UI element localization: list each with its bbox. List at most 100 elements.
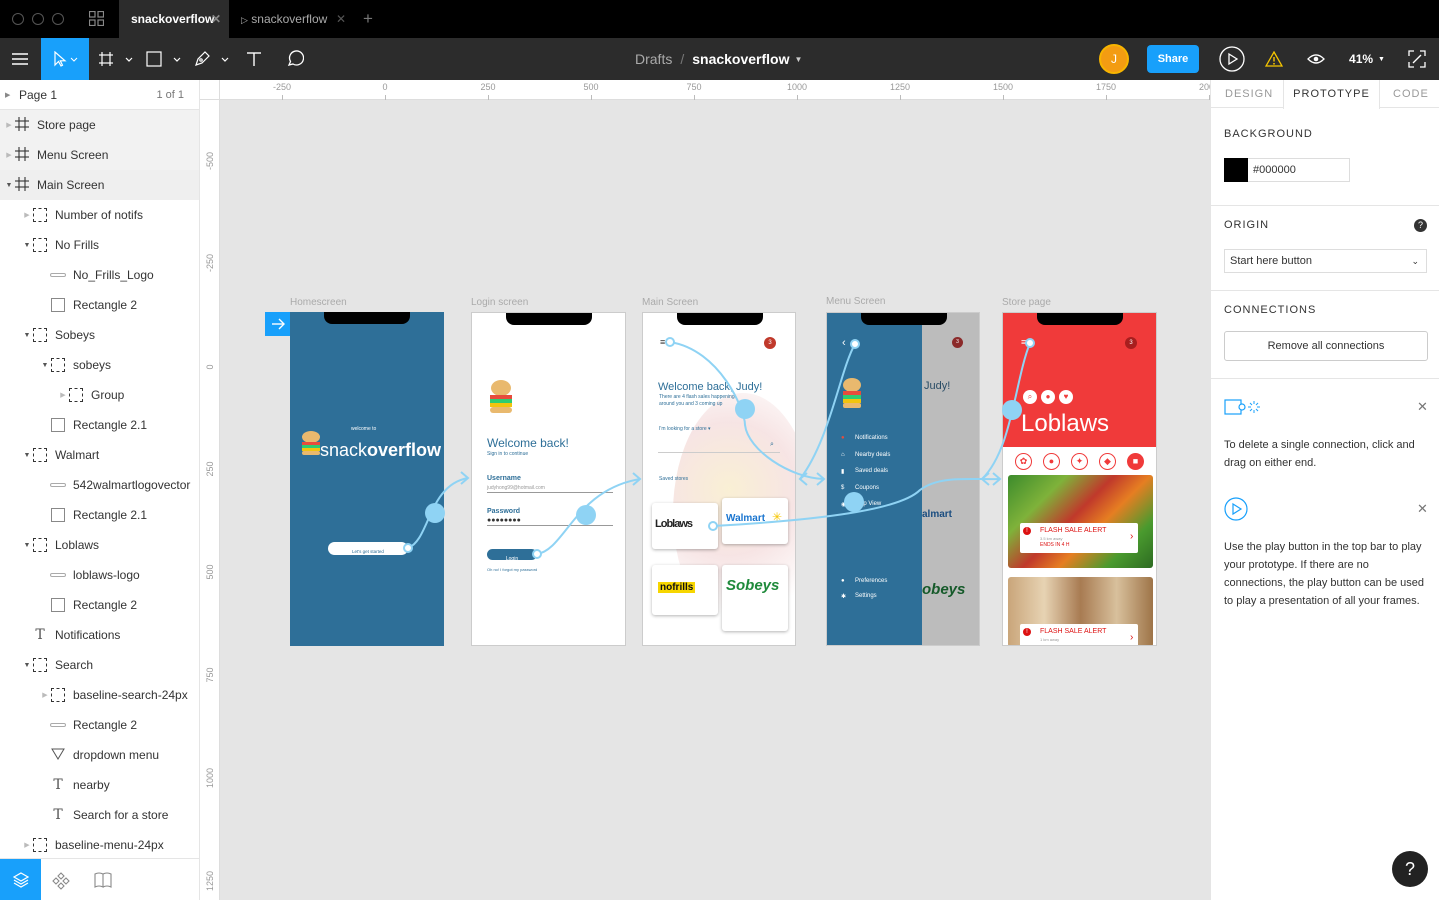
layer-row[interactable]: ▼ Main Screen [0, 170, 199, 200]
layer-row[interactable]: ▼ No Frills [0, 230, 199, 260]
layer-row[interactable]: ▼ sobeys [0, 350, 199, 380]
layer-row[interactable]: T Search for a store [0, 800, 199, 830]
password-field[interactable]: ●●●●●●●● [487, 517, 613, 526]
main-frame[interactable]: ≡ 3 Welcome back, Judy! There are 4 flas… [642, 312, 796, 646]
breadcrumb-drafts[interactable]: Drafts [635, 51, 672, 67]
grid-icon[interactable] [88, 10, 105, 27]
warning-button[interactable] [1262, 38, 1286, 80]
layer-row[interactable]: ▼ Walmart [0, 440, 199, 470]
chevron-right-icon[interactable]: › [1130, 632, 1133, 643]
caret-down-icon[interactable]: ▼ [40, 362, 50, 369]
frame-tool-button[interactable] [95, 38, 137, 80]
layer-row[interactable]: Rectangle 2 [0, 710, 199, 740]
present-button[interactable] [1217, 38, 1247, 80]
heart-icon[interactable]: ♥ [1059, 390, 1073, 404]
caret-right-icon[interactable]: ▶ [5, 91, 19, 99]
tab-snackoverflow[interactable]: snackoverflow ✕ [119, 0, 229, 38]
category-bakery-icon[interactable]: ■ [1127, 453, 1144, 470]
caret-down-icon[interactable]: ▼ [22, 332, 32, 339]
caret-down-icon[interactable]: ▼ [22, 662, 32, 669]
menu-item[interactable]: ▮ Saved deals [841, 466, 888, 476]
close-tab-icon[interactable]: ✕ [336, 0, 346, 38]
walmart-card[interactable]: Walmart ✳ [722, 498, 788, 544]
pen-tool-button[interactable] [191, 38, 233, 80]
starting-point-marker[interactable] [265, 312, 290, 336]
chevron-down-icon[interactable]: ▼ [795, 55, 803, 64]
close-window-dot[interactable] [12, 13, 24, 25]
store-search-input[interactable]: I'm looking for a store ▾ [659, 426, 711, 432]
menu-item[interactable]: $ Coupons [841, 483, 879, 493]
layer-row[interactable]: 542walmartlogovector [0, 470, 199, 500]
frame-label-main[interactable]: Main Screen [642, 297, 698, 308]
main-menu-button[interactable] [0, 38, 40, 80]
layer-row[interactable]: Rectangle 2.1 [0, 500, 199, 530]
loblaws-card[interactable]: Loblaws [652, 503, 718, 549]
chevron-right-icon[interactable]: › [1130, 531, 1133, 542]
view-settings-button[interactable] [1303, 38, 1329, 80]
menu-frame[interactable]: ‹ 3 Judy! almart obeys ● Notifications ⌂ Ne… [826, 312, 980, 646]
caret-down-icon[interactable]: ▼ [4, 182, 14, 189]
get-started-button[interactable]: Let's get started [328, 542, 408, 555]
menu-item[interactable]: ◉ Map View [841, 499, 881, 509]
hamburger-icon[interactable]: ≡ [1021, 337, 1026, 347]
layer-row[interactable]: dropdown menu [0, 740, 199, 770]
deal-card-bakery[interactable]: ! FLASH SALE ALERT 1 km away › [1008, 577, 1153, 645]
zoom-dropdown[interactable]: 41% ▼ [1345, 38, 1389, 80]
layer-row[interactable]: ▶ Number of notifs [0, 200, 199, 230]
sobeys-card[interactable]: Sobeys [722, 565, 788, 631]
text-tool-button[interactable] [240, 38, 268, 80]
layer-row[interactable]: ▶ baseline-search-24px [0, 680, 199, 710]
shape-tool-button[interactable] [143, 38, 185, 80]
background-color-field[interactable]: #000000 [1224, 158, 1350, 182]
category-meat-icon[interactable]: ✦ [1071, 453, 1088, 470]
origin-select[interactable]: Start here button ⌄ [1224, 249, 1427, 273]
user-avatar[interactable]: J [1097, 38, 1131, 80]
layer-row[interactable]: Rectangle 2 [0, 590, 199, 620]
tab-prototype[interactable]: ▷ snackoverflow ✕ [229, 0, 354, 38]
frame-label-menu[interactable]: Menu Screen [826, 296, 885, 307]
help-icon[interactable]: ? [1414, 219, 1427, 232]
login-button[interactable]: Login [487, 549, 537, 562]
layer-row[interactable]: ▼ Sobeys [0, 320, 199, 350]
menu-item[interactable]: ● Notifications [841, 433, 888, 443]
layer-row[interactable]: Rectangle 2.1 [0, 410, 199, 440]
layers-tab[interactable] [0, 859, 41, 900]
remove-connections-button[interactable]: Remove all connections [1224, 331, 1428, 361]
forgot-password-link[interactable]: Oh no! I forgot my password [487, 567, 537, 572]
search-icon[interactable]: ⌕ [1023, 390, 1037, 404]
hamburger-icon[interactable]: ≡ [660, 337, 665, 347]
frame-label-store[interactable]: Store page [1002, 297, 1051, 308]
dismiss-tip-icon[interactable]: ✕ [1417, 399, 1428, 415]
menu-item[interactable]: ✱ Settings [841, 591, 877, 601]
help-button[interactable]: ? [1392, 851, 1428, 887]
caret-right-icon[interactable]: ▶ [40, 691, 50, 699]
deal-card-produce[interactable]: ! FLASH SALE ALERT 3.5 km away ENDS IN 4… [1008, 475, 1153, 568]
tab-code[interactable]: CODE [1393, 80, 1429, 108]
search-icon[interactable]: ⌕ [770, 441, 774, 449]
layer-row[interactable]: No_Frills_Logo [0, 260, 199, 290]
layer-row[interactable]: Rectangle 2 [0, 290, 199, 320]
background-hex[interactable]: #000000 [1253, 164, 1296, 176]
menu-item[interactable]: ⌂ Nearby deals [841, 450, 890, 460]
pages-row[interactable]: ▶ Page 1 1 of 1 [0, 80, 199, 110]
caret-right-icon[interactable]: ▶ [4, 151, 14, 159]
file-name[interactable]: snackoverflow [692, 51, 789, 67]
layer-row[interactable]: ▶ Menu Screen [0, 140, 199, 170]
frame-label-homescreen[interactable]: Homescreen [290, 297, 347, 308]
layer-row[interactable]: ▶ Group [0, 380, 199, 410]
share-button[interactable]: Share [1147, 38, 1199, 80]
layer-row[interactable]: Tnearby [0, 770, 199, 800]
color-swatch[interactable] [1224, 158, 1248, 182]
caret-right-icon[interactable]: ▶ [22, 841, 32, 849]
nofrills-card[interactable]: nofrills [652, 565, 718, 615]
move-tool-button[interactable] [41, 38, 89, 80]
layer-row[interactable]: ▼ Search [0, 650, 199, 680]
caret-right-icon[interactable]: ▶ [58, 391, 68, 399]
frame-label-login[interactable]: Login screen [471, 297, 528, 308]
category-produce-icon[interactable]: ✿ [1015, 453, 1032, 470]
caret-right-icon[interactable]: ▶ [4, 121, 14, 129]
tab-prototype[interactable]: PROTOTYPE [1283, 80, 1380, 109]
library-tab[interactable] [94, 872, 112, 891]
caret-down-icon[interactable]: ▼ [22, 452, 32, 459]
tab-design[interactable]: DESIGN [1225, 80, 1273, 108]
